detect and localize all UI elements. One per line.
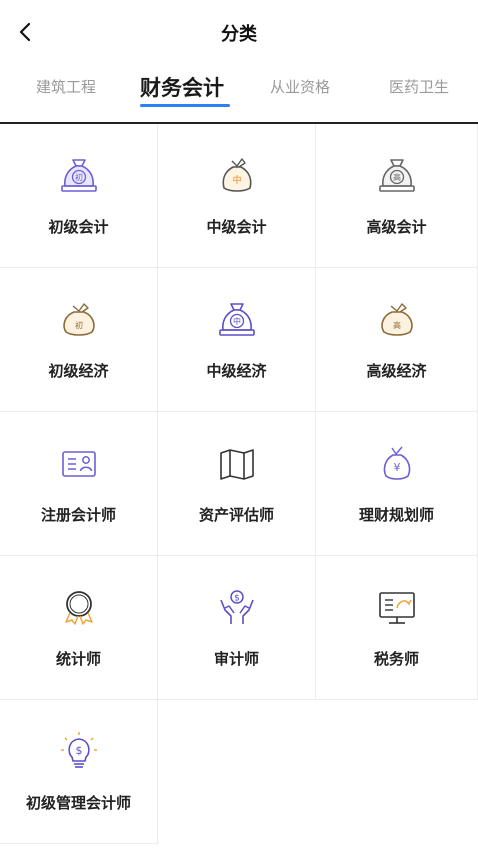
- category-label: 中级会计: [206, 218, 267, 236]
- category-label: 高级会计: [366, 218, 427, 236]
- category-label: 理财规划师: [358, 506, 434, 524]
- tab-yiyao[interactable]: 医药卫生: [389, 76, 449, 97]
- category-item-zhongji-kuaiji[interactable]: 中 中级会计: [158, 124, 316, 268]
- category-label: 统计师: [55, 650, 101, 668]
- category-label: 注册会计师: [40, 506, 116, 524]
- category-item-tongjishi[interactable]: 统计师: [0, 556, 158, 700]
- page-title: 分类: [221, 24, 257, 45]
- active-tab-indicator: [140, 104, 230, 107]
- category-label: 初级会计: [48, 218, 109, 236]
- category-item-gaoji-jingji[interactable]: 高 高级经济: [316, 268, 478, 412]
- category-item-zhuce-kuaijishi[interactable]: 注册会计师: [0, 412, 158, 556]
- svg-text:中: 中: [232, 174, 241, 186]
- tab-caiwu[interactable]: 财务会计: [140, 72, 224, 102]
- category-item-gaoji-kuaiji[interactable]: 高 高级会计: [316, 124, 478, 268]
- id-card-icon: [61, 451, 96, 477]
- money-sack-gao-icon: 高: [380, 303, 413, 336]
- svg-text:高: 高: [393, 172, 401, 182]
- category-label: 税务师: [373, 650, 419, 668]
- category-label: 审计师: [213, 650, 259, 668]
- tab-congye[interactable]: 从业资格: [270, 76, 330, 97]
- hands-coin-icon: $: [219, 590, 254, 624]
- category-item-licai-guihuashi[interactable]: ¥ 理财规划师: [316, 412, 478, 556]
- tab-jianzhu[interactable]: 建筑工程: [36, 76, 96, 97]
- category-tabs: 建筑工程 财务会计 从业资格 医药卫生: [0, 66, 478, 122]
- category-label: 高级经济: [366, 362, 427, 380]
- svg-text:$: $: [75, 744, 82, 757]
- svg-text:¥: ¥: [393, 461, 400, 474]
- category-item-chuji-jingji[interactable]: 初 初级经济: [0, 268, 158, 412]
- category-label: 资产评估师: [198, 506, 274, 524]
- category-item-zhongji-jingji[interactable]: 中 中级经济: [158, 268, 316, 412]
- top-bar: 分类: [0, 0, 478, 66]
- money-bag-chu-icon: 初: [60, 159, 97, 192]
- map-icon: [219, 449, 254, 480]
- category-label: 初级经济: [48, 362, 109, 380]
- category-label: 中级经济: [206, 362, 267, 380]
- yen-bag-icon: ¥: [383, 446, 410, 480]
- monitor-chart-icon: [378, 592, 415, 624]
- svg-text:初: 初: [75, 172, 83, 182]
- money-bag-zhong-icon: 中: [221, 158, 252, 192]
- lightbulb-dollar-icon: $: [60, 732, 97, 768]
- money-bag-gao-icon: 高: [378, 159, 415, 192]
- money-sack-chu-icon: 初: [62, 303, 95, 336]
- svg-text:$: $: [234, 594, 240, 604]
- svg-text:高: 高: [393, 320, 401, 330]
- money-bag-zhong-purple-icon: 中: [218, 303, 255, 336]
- svg-text:中: 中: [233, 316, 241, 326]
- medal-icon: [64, 591, 93, 625]
- svg-text:初: 初: [75, 320, 83, 330]
- category-item-chuji-kuaiji[interactable]: 初 初级会计: [0, 124, 158, 268]
- category-item-chuji-guanli-kuaijishi[interactable]: $ 初级管理会计师: [0, 700, 158, 844]
- category-label: 初级管理会计师: [25, 794, 131, 812]
- category-item-zichan-pinggushi[interactable]: 资产评估师: [158, 412, 316, 556]
- category-item-shuiwushi[interactable]: 税务师: [316, 556, 478, 700]
- category-item-shenjishi[interactable]: $ 审计师: [158, 556, 316, 700]
